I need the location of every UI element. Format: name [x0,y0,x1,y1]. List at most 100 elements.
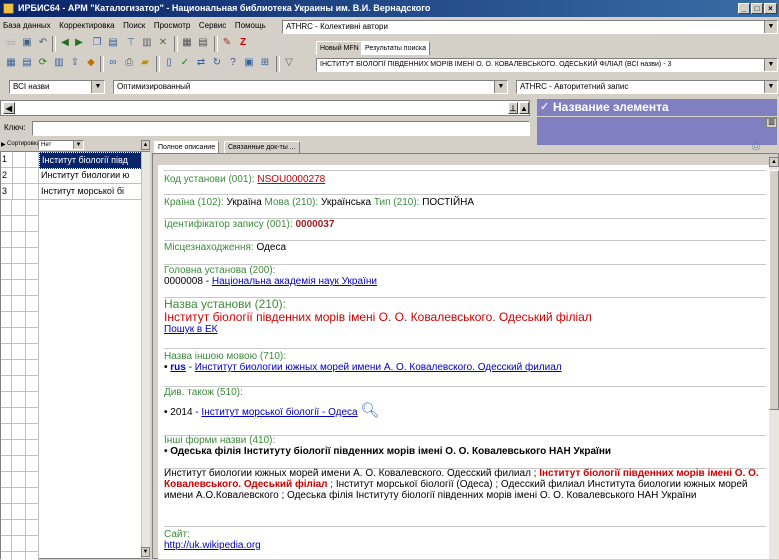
row-mark[interactable] [26,152,39,168]
search-catalog-link[interactable]: Пошук в ЕК [164,324,218,335]
table-icon[interactable]: ▥ [52,56,66,70]
query-icon[interactable]: ? [226,56,240,70]
menu-database[interactable]: База данных [0,18,54,34]
close-red-icon[interactable]: Z [236,36,250,50]
code-label: Код установи (001): [164,174,255,185]
chevron-down-icon[interactable]: ▼ [764,21,777,33]
row-mark[interactable] [26,168,39,184]
chevron-down-icon[interactable]: ▼ [91,81,104,93]
window-icon[interactable]: ▣ [242,56,256,70]
type-value: ПОСТІЙНА [422,197,475,208]
table-row[interactable]: Институт биологии ю [39,168,144,184]
see-also-link[interactable]: Інститут морської біології - Одеса [201,407,357,418]
country-label: Країна (102): [164,197,224,208]
mode-combo[interactable]: Оптимизированный ▼ [113,80,508,94]
summary-part-a: Институт биологии южных морей имени А. О… [164,468,540,479]
sort-combo-value: Нет [41,142,52,148]
tab-search-results[interactable]: Результаты поиска [361,41,431,55]
refresh-icon[interactable]: ⟳ [36,56,50,70]
search-result-combo-value: ІНСТИТУТ БІОЛОГІЇ ПІВДЕННИХ МОРІВ ІМЕНІ … [320,61,672,68]
see-also-year: 2014 - [170,407,202,418]
scroll-up-button[interactable]: ▲ [519,102,529,114]
grid-scroll-up-button[interactable]: ▲ [141,140,150,150]
menu-search[interactable]: Поиск [120,18,148,34]
other-lang-label: Назва іншою мовою (710): [164,351,287,362]
scroll-left-button[interactable]: ◀ [3,102,15,114]
pin-icon[interactable]: ⊥ [508,102,518,114]
database-combo[interactable]: ATHRC - Колективні автори ▼ [282,20,778,34]
element-panel-header: ✓ Название элемента [537,99,777,116]
check-icon[interactable]: ✓ [178,56,192,70]
list-icon[interactable]: ▤ [20,56,34,70]
lang-value: Українська [321,197,372,208]
sort-combo[interactable]: Нет ▼ [38,140,84,150]
chevron-down-icon[interactable]: ▼ [494,81,507,93]
copy-icon[interactable]: ❐ [90,36,104,50]
swap-icon[interactable]: ⇄ [194,56,208,70]
chevron-down-icon[interactable]: ▼ [764,59,777,71]
paste-icon[interactable]: ▤ [106,36,120,50]
row-mark[interactable] [12,168,26,184]
tag-icon[interactable]: ◆ [84,56,98,70]
print-icon[interactable]: ⎙ [122,56,136,70]
content-scroll-up-button[interactable]: ▲ [769,157,779,167]
code-link[interactable]: NSOU0000278 [257,174,325,185]
row-mark[interactable] [12,184,26,200]
minimize-button[interactable]: _ [738,3,750,14]
link-icon[interactable]: ∞ [106,56,120,70]
folder-icon[interactable]: ▰ [138,56,152,70]
forward-icon[interactable]: ▶ [72,36,86,50]
back-icon[interactable]: ◀ [58,36,72,50]
element-panel-title: Название элемента [553,100,669,114]
tab-new-mfn[interactable]: Новый MFN [316,41,363,55]
toolbar-separator [214,36,218,52]
save-icon[interactable]: ▣ [20,36,34,50]
worksheet-combo-value: ATHRC - Авторитетний запис [520,82,629,91]
menu-view[interactable]: Просмотр [151,18,194,34]
undo-icon[interactable]: ↶ [36,36,50,50]
magnifier-icon[interactable]: 🔍︎ [360,402,379,419]
site-link[interactable]: http://uk.wikipedia.org [164,540,261,551]
grid-divider [38,200,39,560]
chevron-down-icon[interactable]: ▼ [73,141,83,149]
grid-icon[interactable]: ▦ [4,56,18,70]
chevron-down-icon[interactable]: ▼ [764,81,777,93]
close-button[interactable]: × [764,3,777,14]
lang-label: Мова (210): [264,197,319,208]
add-icon[interactable]: ▦ [180,36,194,50]
menu-help[interactable]: Помощь [232,18,269,34]
excel-icon[interactable]: ⊞ [258,56,272,70]
row-mark[interactable] [26,184,39,200]
toolbar-1: ▭ ▣ ↶ ◀ ▶ ❐ ▤ ⊤ ▥ ✕ ▦ ▤ ✎ Z [0,36,310,54]
key-input[interactable] [32,121,530,136]
content-scroll-thumb[interactable] [769,170,779,410]
worksheet-combo[interactable]: ATHRC - Авторитетний запис ▼ [516,80,778,94]
records-icon[interactable]: ▤ [196,36,210,50]
sync-icon[interactable]: ↻ [210,56,224,70]
print-preview-icon[interactable]: ⎙ [752,141,760,152]
other-lang-link[interactable]: Институт биологии южных морей имени А. О… [195,362,562,373]
parent-link[interactable]: Національна академія наук України [212,276,377,287]
lang-code-link[interactable]: rus [170,362,186,373]
row-mark[interactable] [12,152,26,168]
doc-icon[interactable]: ▯ [162,56,176,70]
menu-edit[interactable]: Корректировка [56,18,117,34]
panel-grid-icon[interactable]: ▥ [766,118,777,128]
filter2-icon[interactable]: ▽ [282,56,296,70]
export-icon[interactable]: ⇪ [68,56,82,70]
grid-scroll-down-button[interactable]: ▼ [141,547,150,557]
menu-service[interactable]: Сервис [196,18,229,34]
cut-icon[interactable]: ✕ [156,36,170,50]
location-value: Одеса [256,242,287,253]
maximize-button[interactable]: □ [751,3,763,14]
tools-icon[interactable]: ✎ [220,36,234,50]
search-result-combo[interactable]: ІНСТИТУТ БІОЛОГІЇ ПІВДЕННИХ МОРІВ ІМЕНІ … [316,58,778,72]
filter-icon[interactable]: ⊤ [124,36,138,50]
delete-icon[interactable]: ▥ [140,36,154,50]
new-doc-icon[interactable]: ▭ [4,36,18,50]
names-combo[interactable]: ВСІ назви ▼ [9,80,105,94]
table-row[interactable]: Інститут морської бі [39,184,144,200]
grid-scrollbar[interactable] [141,152,150,558]
location-label: Місцезнаходження: [164,242,254,253]
table-row[interactable]: Інститут біології півд [39,152,146,169]
